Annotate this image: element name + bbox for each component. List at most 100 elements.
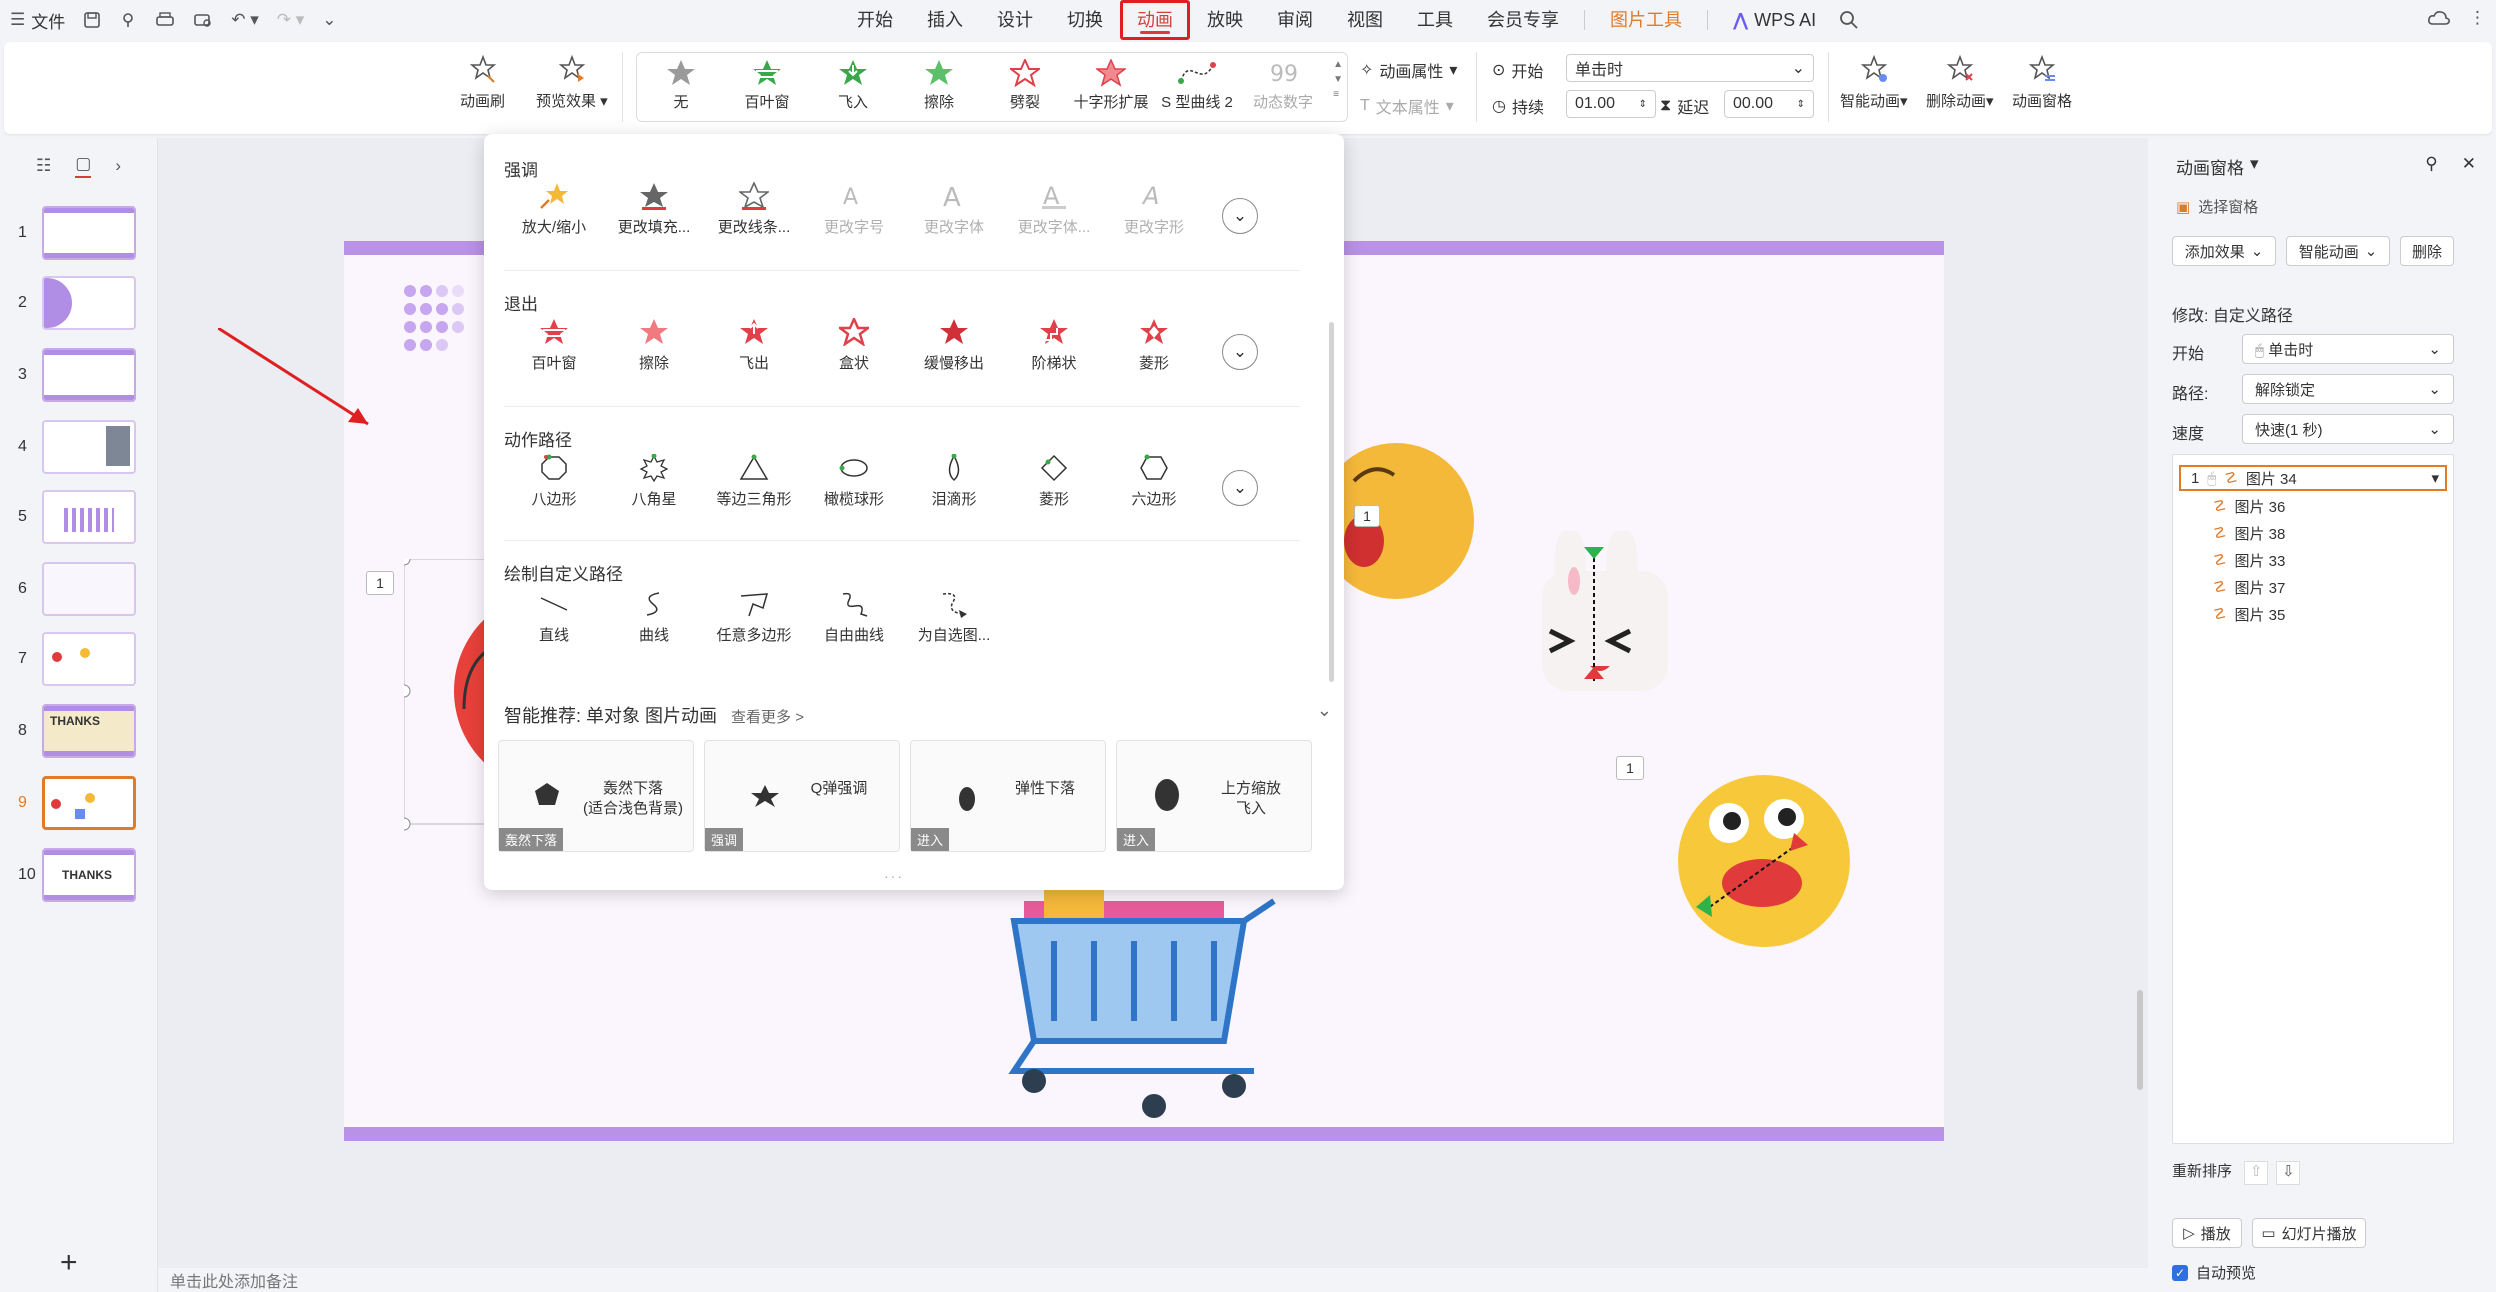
add-slide-button[interactable]: +	[60, 1246, 78, 1280]
slide-thumb-row[interactable]: 8 THANKS	[0, 704, 158, 760]
exit-box[interactable]: 盒状	[804, 318, 904, 373]
move-down-icon[interactable]: ⇩	[2276, 1161, 2301, 1185]
emphasis-change-fill[interactable]: 更改填充...	[604, 182, 704, 237]
slide-thumbnail[interactable]	[42, 420, 136, 474]
animation-list-item[interactable]: ☡ 图片 33	[2213, 547, 2481, 573]
tab-tools[interactable]: 工具	[1400, 0, 1470, 40]
delay-stepper[interactable]: 00.00 ⇕	[1724, 90, 1814, 118]
exit-slow-out[interactable]: 缓慢移出	[904, 318, 1004, 373]
auto-preview-checkbox[interactable]: ✓ 自动预览	[2172, 1262, 2256, 1283]
slide-thumbnail[interactable]	[42, 562, 136, 616]
collapse-chevron-icon[interactable]: ⌄	[1317, 700, 1332, 721]
animation-brush-button[interactable]: 动画刷	[460, 54, 505, 111]
custom-curve[interactable]: 曲线	[604, 590, 704, 645]
speed-select[interactable]: 快速(1 秒) ⌄	[2242, 414, 2454, 444]
print-icon[interactable]	[155, 11, 175, 29]
path-hexagon[interactable]: 六边形	[1104, 454, 1204, 509]
animation-pane-button[interactable]: 动画窗格	[2012, 54, 2072, 111]
slide-thumbnail[interactable]	[42, 490, 136, 544]
tab-animation[interactable]: 动画	[1120, 0, 1190, 40]
tab-insert[interactable]: 插入	[910, 0, 980, 40]
play-button[interactable]: ▷ 播放	[2172, 1218, 2242, 1248]
animation-list-item[interactable]: ☡ 图片 35	[2213, 601, 2481, 627]
animation-list-item[interactable]: ☡ 图片 36	[2213, 493, 2481, 519]
redo-icon[interactable]: ↷ ▾	[277, 10, 305, 30]
recommend-card[interactable]: 轰然下落 (适合浅色背景) 轰然下落	[498, 740, 694, 852]
slide-thumbnail[interactable]	[42, 276, 136, 330]
laughing-emoji[interactable]	[1334, 441, 1474, 621]
recommend-card[interactable]: 上方缩放 飞入 进入	[1116, 740, 1312, 852]
resize-grip-icon[interactable]: ···	[884, 868, 904, 884]
file-menu[interactable]: ☰ 文件	[10, 8, 65, 33]
slide-thumb-row[interactable]: 10 THANKS	[0, 848, 158, 904]
export-icon[interactable]	[119, 11, 137, 29]
custom-freeform[interactable]: 任意多边形	[704, 590, 804, 645]
smart-animation-pane-button[interactable]: 智能动画 ⌄	[2286, 236, 2390, 266]
exit-diamond[interactable]: 菱形	[1104, 318, 1204, 373]
undo-icon[interactable]: ↶ ▾	[231, 10, 259, 30]
gallery-item-blinds[interactable]: 百叶窗	[727, 59, 807, 112]
canvas-scrollbar-thumb[interactable]	[2137, 990, 2143, 1090]
duration-stepper[interactable]: 01.00 ⇕	[1566, 90, 1656, 118]
path-lock-select[interactable]: 解除锁定 ⌄	[2242, 374, 2454, 404]
slide-view-icon[interactable]: ▢	[75, 154, 92, 178]
gallery-item-none[interactable]: 无	[641, 59, 721, 112]
shopping-cart-image[interactable]	[994, 881, 1294, 1121]
preview-effect-button[interactable]: 预览效果 ▾	[536, 54, 608, 111]
save-icon[interactable]	[83, 11, 101, 29]
animation-order-badge[interactable]: 1	[1616, 756, 1644, 780]
path-eight-star[interactable]: 八角星	[604, 454, 704, 509]
slide-thumb-row[interactable]: 7	[0, 632, 158, 688]
print-preview-icon[interactable]	[193, 11, 213, 29]
path-triangle[interactable]: 等边三角形	[704, 454, 804, 509]
wps-ai-button[interactable]: ⋀ WPS AI	[1716, 0, 1833, 40]
start-select[interactable]: 单击时 ⌄	[1566, 54, 1814, 82]
bunny-emoji[interactable]	[1530, 531, 1680, 711]
slide-thumb-row[interactable]: 5	[0, 490, 158, 546]
path-football[interactable]: 橄榄球形	[804, 454, 904, 509]
exit-blinds[interactable]: 百叶窗	[504, 318, 604, 373]
slide-thumb-row[interactable]: 2	[0, 276, 158, 332]
gallery-item-split[interactable]: 劈裂	[985, 59, 1065, 112]
outline-view-icon[interactable]: ☷	[36, 156, 51, 176]
slideshow-play-button[interactable]: ▭ 幻灯片播放	[2252, 1218, 2366, 1248]
dropdown-scrollbar[interactable]	[1329, 322, 1334, 682]
chevron-right-icon[interactable]: ›	[115, 156, 121, 176]
gallery-item-s-curve[interactable]: S 型曲线 2	[1157, 59, 1237, 112]
more-options-icon[interactable]: ⋮	[2469, 8, 2486, 28]
expand-exit-button[interactable]: ⌄	[1222, 334, 1258, 370]
recommend-card[interactable]: 弹性下落 进入	[910, 740, 1106, 852]
custom-scribble[interactable]: 自由曲线	[804, 590, 904, 645]
chevron-down-icon[interactable]: ▼	[1333, 74, 1343, 85]
delete-button[interactable]: 删除	[2400, 236, 2454, 266]
custom-for-shape[interactable]: 为自选图...	[904, 590, 1004, 645]
exit-stairs[interactable]: 阶梯状	[1004, 318, 1104, 373]
animation-list-item-selected[interactable]: 1 🖱 ☡ 图片 34 ▾	[2179, 465, 2447, 491]
pin-icon[interactable]: ⚲	[2425, 154, 2437, 174]
slide-thumb-row[interactable]: 4	[0, 420, 158, 476]
gallery-item-wipe[interactable]: 擦除	[899, 59, 979, 112]
search-icon[interactable]	[1833, 10, 1859, 30]
slide-thumbnail[interactable]: THANKS	[42, 848, 136, 902]
path-diamond[interactable]: 菱形	[1004, 454, 1104, 509]
checkbox-checked-icon[interactable]: ✓	[2172, 1264, 2188, 1281]
expand-emphasis-button[interactable]: ⌄	[1222, 198, 1258, 234]
path-teardrop[interactable]: 泪滴形	[904, 454, 1004, 509]
tab-view[interactable]: 视图	[1330, 0, 1400, 40]
exit-fly-out[interactable]: 飞出	[704, 318, 804, 373]
path-octagon[interactable]: 八边形	[504, 454, 604, 509]
slide-thumbnail[interactable]: THANKS	[42, 704, 136, 758]
canvas-scrollbar[interactable]	[2136, 140, 2144, 1230]
tab-review[interactable]: 审阅	[1260, 0, 1330, 40]
animation-list-item[interactable]: ☡ 图片 37	[2213, 574, 2481, 600]
expand-icon[interactable]: ≡	[1333, 89, 1343, 100]
slide-thumb-row[interactable]: 6	[0, 562, 158, 618]
exit-wipe[interactable]: 擦除	[604, 318, 704, 373]
surprised-emoji[interactable]	[1674, 771, 1854, 951]
more-chevron-icon[interactable]: ⌄	[322, 10, 336, 30]
chevron-up-icon[interactable]: ▲	[1333, 59, 1343, 70]
select-pane-link[interactable]: ▣ 选择窗格	[2176, 196, 2258, 217]
slide-thumbnail[interactable]	[42, 206, 136, 260]
slide-thumbnail[interactable]	[42, 632, 136, 686]
see-more-link[interactable]: 查看更多 >	[731, 706, 804, 727]
